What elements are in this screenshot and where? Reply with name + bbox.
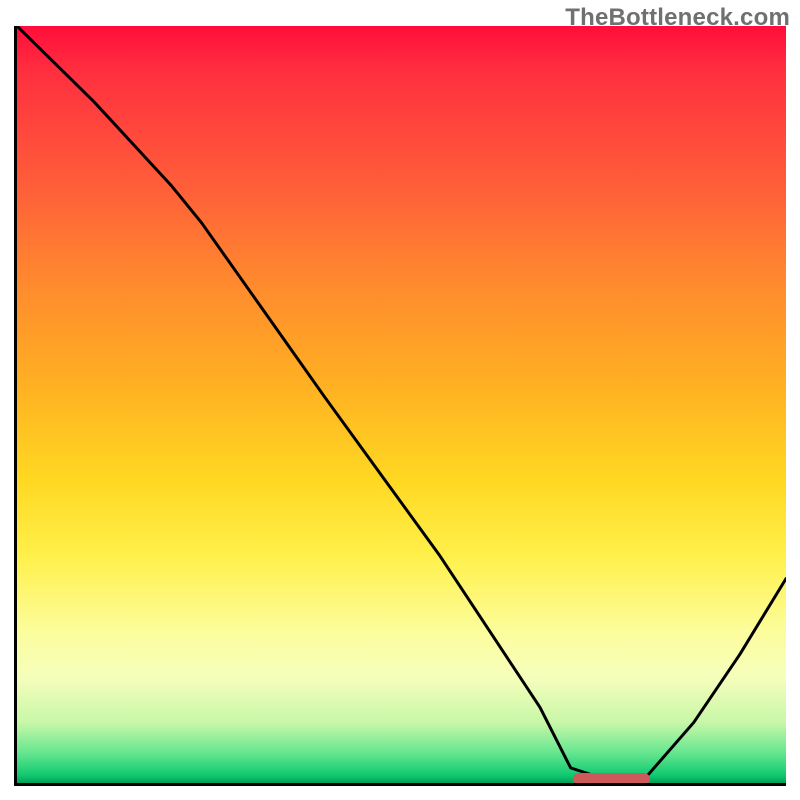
bottleneck-curve (17, 26, 786, 783)
curve-layer (17, 26, 786, 783)
plot-area (14, 26, 786, 786)
chart-frame: TheBottleneck.com (0, 0, 800, 800)
optimal-range-marker (573, 773, 650, 785)
